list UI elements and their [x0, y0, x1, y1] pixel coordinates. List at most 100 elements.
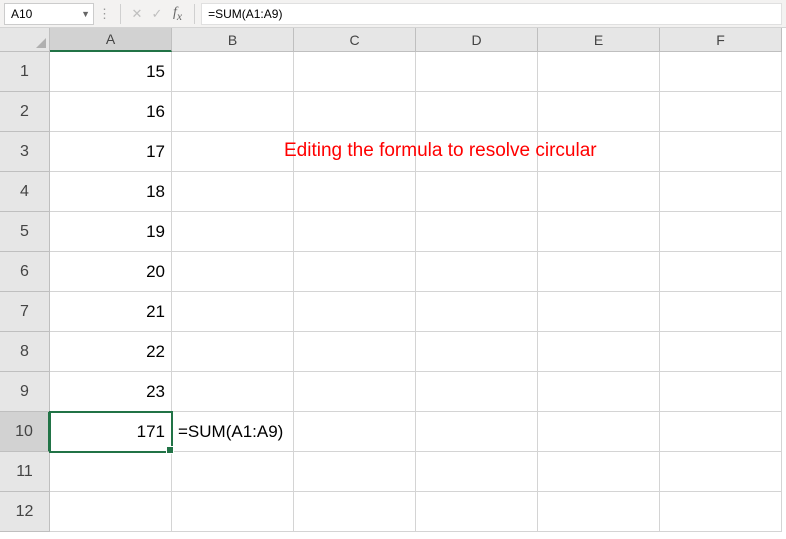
row-11: 11: [0, 452, 786, 492]
col-header-B[interactable]: B: [172, 28, 294, 52]
cell-D8[interactable]: [416, 332, 538, 372]
row-header-10[interactable]: 10: [0, 412, 50, 452]
cell-D5[interactable]: [416, 212, 538, 252]
cell-A6[interactable]: 20: [50, 252, 172, 292]
cell-D9[interactable]: [416, 372, 538, 412]
cell-A5[interactable]: 19: [50, 212, 172, 252]
cell-F1[interactable]: [660, 52, 782, 92]
row-header-3[interactable]: 3: [0, 132, 50, 172]
cell-F11[interactable]: [660, 452, 782, 492]
cell-C2[interactable]: [294, 92, 416, 132]
cell-F5[interactable]: [660, 212, 782, 252]
cell-C10[interactable]: [294, 412, 416, 452]
cell-F8[interactable]: [660, 332, 782, 372]
cell-A7[interactable]: 21: [50, 292, 172, 332]
fx-icon[interactable]: fx: [173, 5, 182, 23]
cell-E2[interactable]: [538, 92, 660, 132]
cell-E4[interactable]: [538, 172, 660, 212]
cell-E5[interactable]: [538, 212, 660, 252]
col-header-D[interactable]: D: [416, 28, 538, 52]
cell-C12[interactable]: [294, 492, 416, 532]
row-header-6[interactable]: 6: [0, 252, 50, 292]
cell-E8[interactable]: [538, 332, 660, 372]
formula-bar: A10 ▼ ⋮ ✕ ✓ fx =SUM(A1:A9): [0, 0, 786, 28]
cell-E12[interactable]: [538, 492, 660, 532]
cell-F6[interactable]: [660, 252, 782, 292]
row-header-5[interactable]: 5: [0, 212, 50, 252]
formula-input[interactable]: =SUM(A1:A9): [201, 3, 782, 25]
cell-E10[interactable]: [538, 412, 660, 452]
row-3: 3 17 Editing the formula to resolve circ…: [0, 132, 786, 172]
cell-A1[interactable]: 15: [50, 52, 172, 92]
row-header-9[interactable]: 9: [0, 372, 50, 412]
cell-A8[interactable]: 22: [50, 332, 172, 372]
cell-C7[interactable]: [294, 292, 416, 332]
cell-A9[interactable]: 23: [50, 372, 172, 412]
row-header-2[interactable]: 2: [0, 92, 50, 132]
cell-D11[interactable]: [416, 452, 538, 492]
cell-B11[interactable]: [172, 452, 294, 492]
cell-B7[interactable]: [172, 292, 294, 332]
cell-B8[interactable]: [172, 332, 294, 372]
col-header-E[interactable]: E: [538, 28, 660, 52]
column-headers: A B C D E F: [50, 28, 786, 52]
cell-C6[interactable]: [294, 252, 416, 292]
name-box[interactable]: A10 ▼: [4, 3, 94, 25]
cell-B2[interactable]: [172, 92, 294, 132]
cell-D7[interactable]: [416, 292, 538, 332]
cell-A12[interactable]: [50, 492, 172, 532]
cell-D4[interactable]: [416, 172, 538, 212]
cell-E1[interactable]: [538, 52, 660, 92]
cell-F2[interactable]: [660, 92, 782, 132]
name-box-value: A10: [11, 7, 32, 21]
cell-C1[interactable]: [294, 52, 416, 92]
cell-D10[interactable]: [416, 412, 538, 452]
annotation-text: Editing the formula to resolve circular: [284, 140, 597, 162]
cell-A3[interactable]: 17: [50, 132, 172, 172]
formula-bar-options-icon[interactable]: ⋮: [98, 6, 110, 22]
cell-E7[interactable]: [538, 292, 660, 332]
col-header-F[interactable]: F: [660, 28, 782, 52]
cell-D12[interactable]: [416, 492, 538, 532]
cell-C9[interactable]: [294, 372, 416, 412]
cell-C4[interactable]: [294, 172, 416, 212]
cell-A4[interactable]: 18: [50, 172, 172, 212]
cell-D6[interactable]: [416, 252, 538, 292]
cell-E6[interactable]: [538, 252, 660, 292]
cell-C3[interactable]: Editing the formula to resolve circular: [294, 132, 416, 172]
cell-E11[interactable]: [538, 452, 660, 492]
cell-F3[interactable]: [660, 132, 782, 172]
cell-F12[interactable]: [660, 492, 782, 532]
cell-A11[interactable]: [50, 452, 172, 492]
row-header-12[interactable]: 12: [0, 492, 50, 532]
cell-B5[interactable]: [172, 212, 294, 252]
cell-D1[interactable]: [416, 52, 538, 92]
cell-E9[interactable]: [538, 372, 660, 412]
row-header-1[interactable]: 1: [0, 52, 50, 92]
cell-A2[interactable]: 16: [50, 92, 172, 132]
cell-A10[interactable]: 171: [50, 412, 172, 452]
select-all-corner[interactable]: [0, 28, 50, 52]
cell-D2[interactable]: [416, 92, 538, 132]
cell-F10[interactable]: [660, 412, 782, 452]
cell-B10[interactable]: =SUM(A1:A9): [172, 412, 294, 452]
cell-B9[interactable]: [172, 372, 294, 412]
cell-B6[interactable]: [172, 252, 294, 292]
col-header-A[interactable]: A: [50, 28, 172, 52]
cell-B4[interactable]: [172, 172, 294, 212]
row-header-8[interactable]: 8: [0, 332, 50, 372]
cell-F7[interactable]: [660, 292, 782, 332]
cell-F4[interactable]: [660, 172, 782, 212]
cell-B3[interactable]: [172, 132, 294, 172]
col-header-C[interactable]: C: [294, 28, 416, 52]
cell-C11[interactable]: [294, 452, 416, 492]
row-header-4[interactable]: 4: [0, 172, 50, 212]
row-header-7[interactable]: 7: [0, 292, 50, 332]
cell-F9[interactable]: [660, 372, 782, 412]
cell-C5[interactable]: [294, 212, 416, 252]
name-box-dropdown-icon[interactable]: ▼: [81, 9, 90, 19]
cell-B12[interactable]: [172, 492, 294, 532]
cell-C8[interactable]: [294, 332, 416, 372]
cell-B1[interactable]: [172, 52, 294, 92]
row-header-11[interactable]: 11: [0, 452, 50, 492]
